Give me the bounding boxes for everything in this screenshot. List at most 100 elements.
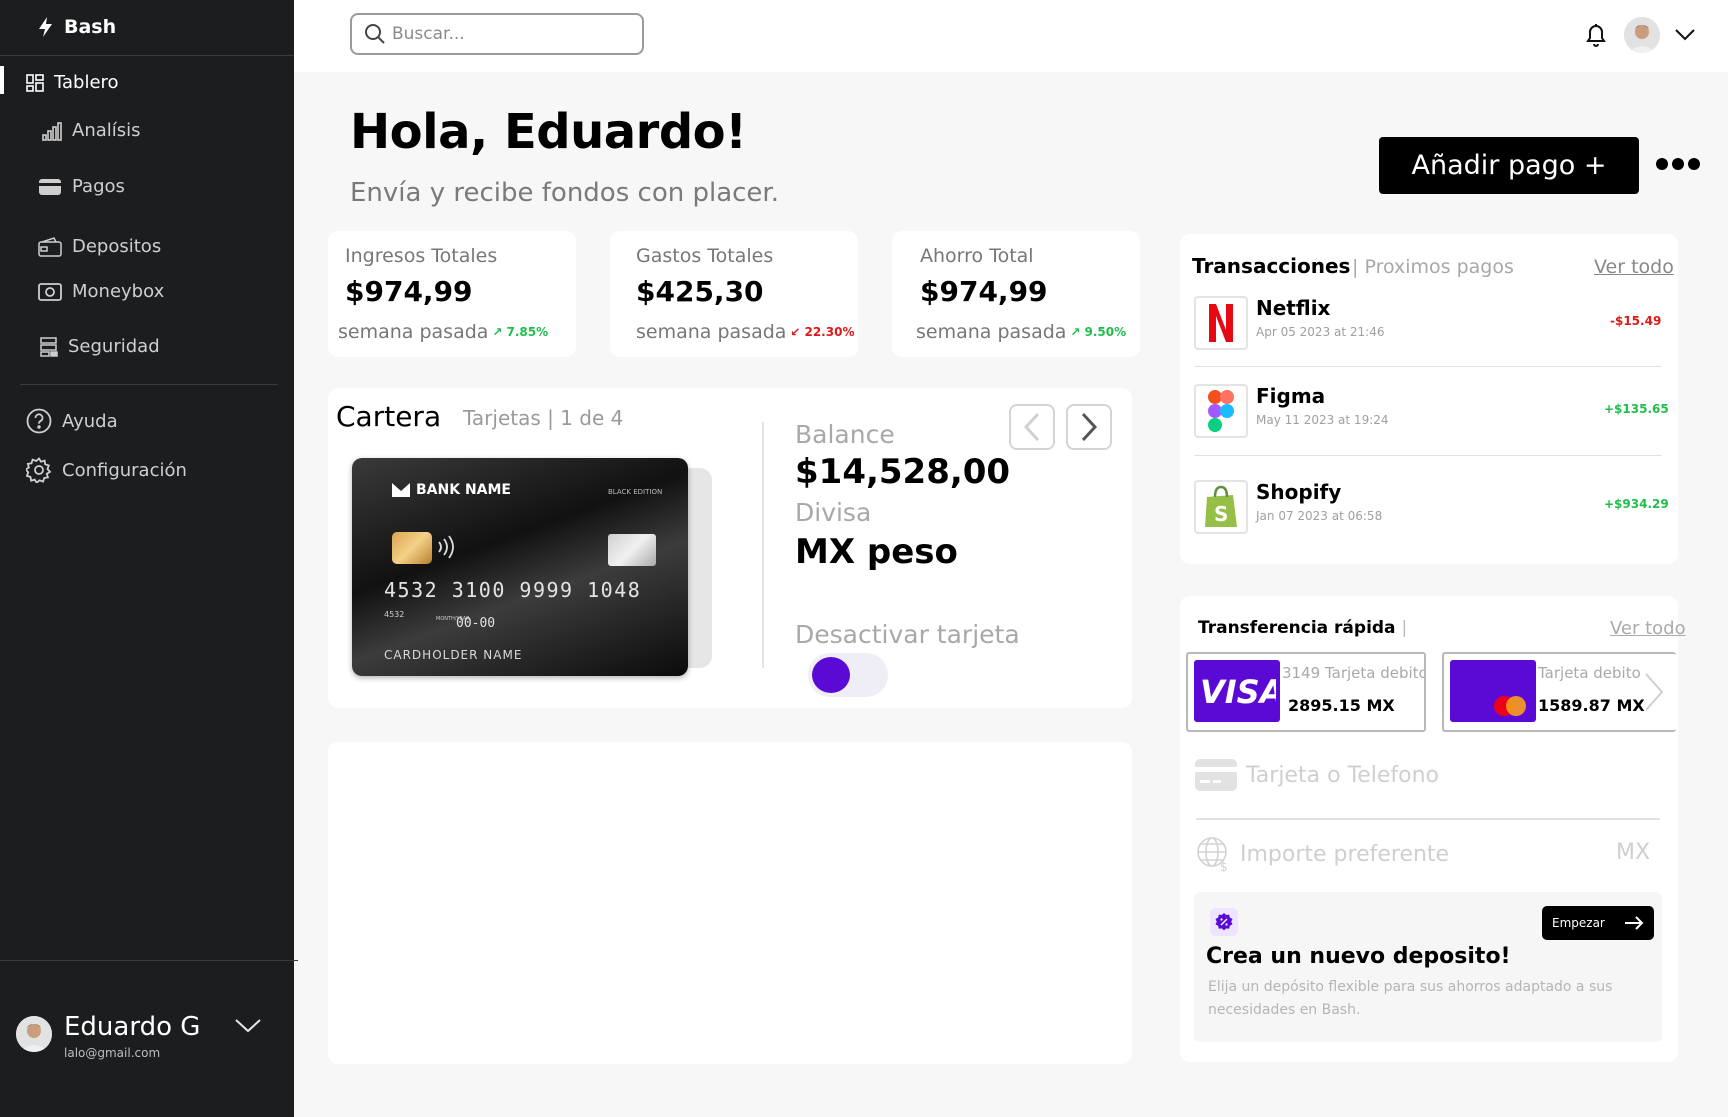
lightning-icon bbox=[39, 17, 52, 37]
wallet-icon bbox=[38, 236, 62, 257]
divider bbox=[1194, 366, 1662, 367]
sidebar-item-label: Analísis bbox=[72, 120, 141, 141]
view-all-link[interactable]: Ver todo bbox=[1610, 618, 1686, 639]
card-holder: CARDHOLDER NAME bbox=[384, 648, 523, 662]
sidebar-item-ayuda[interactable]: Ayuda bbox=[26, 408, 118, 434]
sidebar-item-seguridad[interactable]: Seguridad bbox=[40, 336, 160, 357]
preferred-amount-field[interactable]: $ Importe preferente bbox=[1196, 836, 1449, 872]
wallet-title: Cartera bbox=[336, 400, 442, 433]
arrow-right-icon bbox=[1625, 916, 1644, 930]
field-placeholder: Importe preferente bbox=[1240, 841, 1450, 867]
next-card-button[interactable] bbox=[1066, 404, 1112, 450]
transaction-date: Apr 05 2023 at 21:46 bbox=[1256, 325, 1385, 339]
transaction-date: Jan 07 2023 at 06:58 bbox=[1256, 509, 1383, 523]
bell-icon[interactable] bbox=[1584, 22, 1608, 48]
transaction-date: May 11 2023 at 19:24 bbox=[1256, 413, 1389, 427]
stat-period: semana pasada bbox=[916, 321, 1067, 343]
stat-footer: semana pasada ↙ 22.30% bbox=[636, 321, 854, 343]
sidebar: Bash Tablero Analísis Pagos Depositos Mo… bbox=[0, 0, 298, 1117]
sidebar-item-analisis[interactable]: Analísis bbox=[42, 120, 141, 141]
avatar[interactable] bbox=[1624, 17, 1660, 53]
amount-unit: MX bbox=[1616, 840, 1651, 865]
sidebar-item-label: Depositos bbox=[72, 236, 162, 257]
transactions-title: Transacciones bbox=[1192, 254, 1351, 278]
credit-card-icon bbox=[39, 178, 61, 195]
stat-period: semana pasada bbox=[636, 321, 787, 343]
svg-text:VISA: VISA bbox=[1200, 673, 1276, 709]
add-payment-button[interactable]: Añadir pago + bbox=[1379, 137, 1639, 194]
balance-label: Balance bbox=[795, 420, 895, 449]
active-indicator bbox=[0, 66, 4, 94]
deactivate-card-toggle[interactable] bbox=[808, 653, 888, 697]
view-all-link[interactable]: Ver todo bbox=[1594, 256, 1674, 278]
bank-card[interactable]: BANK NAME BLACK EDITION 4532 3100 9999 1… bbox=[352, 458, 688, 676]
avatar bbox=[16, 1016, 52, 1052]
wallet-subtitle: Tarjetas | 1 de 4 bbox=[463, 406, 624, 430]
chevron-right-icon[interactable] bbox=[1642, 670, 1666, 714]
figma-logo-icon bbox=[1194, 384, 1248, 438]
sidebar-item-pagos[interactable]: Pagos bbox=[38, 176, 125, 197]
svg-text:S: S bbox=[1214, 502, 1228, 526]
card-description: Tarjeta debito bbox=[1538, 664, 1641, 682]
divider bbox=[0, 55, 298, 56]
transaction-amount: +$934.29 bbox=[1604, 497, 1669, 511]
divider bbox=[1194, 455, 1662, 456]
transfer-card-mastercard[interactable]: Tarjeta debito 1589.87 MX bbox=[1442, 652, 1676, 732]
sidebar-item-configuracion[interactable]: Configuración bbox=[26, 457, 187, 483]
card-or-phone-field[interactable]: Tarjeta o Telefono bbox=[1194, 758, 1439, 792]
transaction-amount: +$135.65 bbox=[1604, 402, 1669, 416]
bank-logo-icon bbox=[392, 483, 410, 497]
stat-label: Ahorro Total bbox=[920, 245, 1034, 267]
stat-card-savings: Ahorro Total $974,99 semana pasada ↗ 9.50… bbox=[892, 231, 1140, 357]
search-box[interactable] bbox=[350, 13, 644, 55]
profile-name: Eduardo G bbox=[64, 1012, 201, 1042]
empty-panel bbox=[328, 742, 1132, 1064]
prev-card-button[interactable] bbox=[1009, 404, 1055, 450]
card-number: 4532 3100 9999 1048 bbox=[384, 578, 642, 602]
sidebar-item-depositos[interactable]: Depositos bbox=[38, 236, 161, 257]
sidebar-item-moneybox[interactable]: Moneybox bbox=[38, 281, 164, 302]
search-icon bbox=[365, 24, 385, 44]
svg-text:$: $ bbox=[1220, 860, 1228, 872]
transaction-name: Shopify bbox=[1256, 480, 1342, 504]
profile-email: lalo@gmail.com bbox=[64, 1046, 161, 1060]
search-input[interactable] bbox=[392, 24, 632, 44]
mastercard-logo-icon bbox=[1450, 660, 1536, 722]
chevron-down-icon[interactable] bbox=[234, 1018, 262, 1034]
sidebar-item-label: Moneybox bbox=[72, 281, 165, 302]
transfer-card-visa[interactable]: VISA 3149 Tarjeta debito 2895.15 MX bbox=[1186, 652, 1426, 732]
quick-transfer-title: Transferencia rápida | bbox=[1198, 618, 1408, 638]
bar-chart-icon bbox=[42, 121, 62, 141]
chevron-left-icon bbox=[1023, 412, 1040, 442]
start-button[interactable]: Empezar bbox=[1542, 906, 1654, 940]
netflix-logo-icon bbox=[1194, 296, 1248, 350]
shopify-logo-icon: S bbox=[1194, 480, 1248, 534]
currency-label: Divisa bbox=[795, 498, 872, 527]
divider bbox=[1196, 818, 1660, 820]
divider bbox=[762, 422, 764, 668]
stat-value: $425,30 bbox=[636, 275, 764, 308]
stat-change: 9.50% bbox=[1084, 325, 1127, 339]
card-edition: BLACK EDITION bbox=[608, 488, 663, 496]
stat-change: 7.85% bbox=[506, 325, 549, 339]
stat-footer: semana pasada ↗ 9.50% bbox=[916, 321, 1126, 343]
tab-upcoming-payments[interactable]: | Proximos pagos bbox=[1352, 256, 1514, 278]
promo-title: Crea un nuevo deposito! bbox=[1206, 944, 1511, 969]
trend-down-icon: ↙ bbox=[790, 325, 801, 339]
brand-logo[interactable]: Bash bbox=[36, 16, 116, 38]
more-options-icon[interactable] bbox=[1656, 158, 1700, 170]
stat-value: $974,99 bbox=[920, 275, 1048, 308]
page-subtitle: Envía y recibe fondos con placer. bbox=[350, 178, 779, 208]
sidebar-item-tablero[interactable]: Tablero bbox=[26, 72, 119, 93]
credit-card-icon bbox=[1195, 759, 1237, 791]
user-profile[interactable]: Eduardo G lalo@gmail.com bbox=[16, 1012, 276, 1072]
divider bbox=[0, 960, 298, 961]
card-short-number: 4532 bbox=[384, 610, 405, 619]
app-name: Bash bbox=[64, 16, 117, 38]
stat-value: $974,99 bbox=[345, 275, 473, 308]
chevron-down-icon[interactable] bbox=[1674, 28, 1696, 42]
transaction-name: Figma bbox=[1256, 384, 1326, 408]
globe-dollar-icon: $ bbox=[1197, 837, 1228, 872]
stat-card-income: Ingresos Totales $974,99 semana pasada ↗… bbox=[328, 231, 576, 357]
discount-badge-icon bbox=[1210, 908, 1238, 936]
